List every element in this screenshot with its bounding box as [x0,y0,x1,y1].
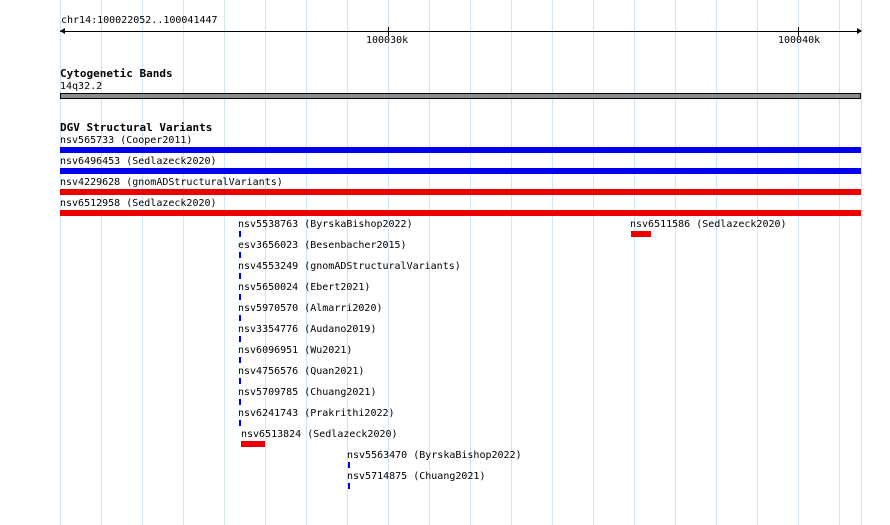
feature-bar[interactable] [239,315,241,321]
ruler-axis [60,31,861,32]
feature-bar[interactable] [239,378,241,384]
grid-line [634,0,635,525]
feature-bar[interactable] [239,399,241,405]
location-label: chr14:100022052..100041447 [61,15,218,26]
feature-label: nsv5650024 (Ebert2021) [238,282,371,293]
feature-label: nsv4229628 (gnomADStructuralVariants) [60,177,283,188]
feature-label: nsv5538763 (ByrskaBishop2022) [238,219,413,230]
feature-label: nsv3354776 (Audano2019) [238,324,377,335]
feature-label: nsv5709785 (Chuang2021) [238,387,377,398]
feature-bar[interactable] [239,336,241,342]
cytoband-bar[interactable] [60,93,861,99]
feature-label: esv3656023 (Besenbacher2015) [238,240,407,251]
ruler-tick-label: 100030k [366,35,409,46]
grid-line [511,0,512,525]
feature-bar[interactable] [631,231,651,237]
feature-bar[interactable] [239,273,241,279]
grid-line [470,0,471,525]
feature-label: nsv6496453 (Sedlazeck2020) [60,156,217,167]
feature-bar[interactable] [239,420,241,426]
scroll-right-arrow-icon[interactable] [857,28,862,34]
scroll-left-arrow-icon[interactable] [60,28,65,34]
feature-label: nsv6513824 (Sedlazeck2020) [241,429,398,440]
feature-bar[interactable] [60,210,861,216]
grid-line [552,0,553,525]
track-title[interactable]: Cytogenetic Bands [60,68,173,80]
feature-bar[interactable] [60,168,861,174]
band-label: 14q32.2 [60,81,103,92]
feature-label: nsv5970570 (Almarri2020) [238,303,383,314]
grid-line [224,0,225,525]
feature-label: nsv6511586 (Sedlazeck2020) [630,219,787,230]
feature-label: nsv6512958 (Sedlazeck2020) [60,198,217,209]
feature-bar[interactable] [241,441,265,447]
grid-line [839,0,840,525]
feature-label: nsv4553249 (gnomADStructuralVariants) [238,261,461,272]
feature-bar[interactable] [60,147,861,153]
grid-line [861,0,862,525]
feature-label: nsv6241743 (Prakrithi2022) [238,408,395,419]
grid-line [716,0,717,525]
feature-label: nsv6096951 (Wu2021) [238,345,353,356]
grid-line [798,0,799,525]
ruler-tick-label: 100040k [778,35,821,46]
feature-label: nsv565733 (Cooper2011) [60,135,193,146]
feature-bar[interactable] [348,483,350,489]
feature-bar[interactable] [60,189,861,195]
grid-line [593,0,594,525]
feature-bar[interactable] [239,231,241,237]
grid-line [183,0,184,525]
feature-bar[interactable] [239,252,241,258]
feature-label: nsv5563470 (ByrskaBishop2022) [347,450,522,461]
feature-bar[interactable] [348,462,350,468]
feature-label: nsv4756576 (Quan2021) [238,366,365,377]
grid-line [757,0,758,525]
track-title[interactable]: DGV Structural Variants [60,122,212,134]
feature-label: nsv5714875 (Chuang2021) [347,471,486,482]
feature-bar[interactable] [239,294,241,300]
feature-bar[interactable] [239,357,241,363]
grid-line [675,0,676,525]
